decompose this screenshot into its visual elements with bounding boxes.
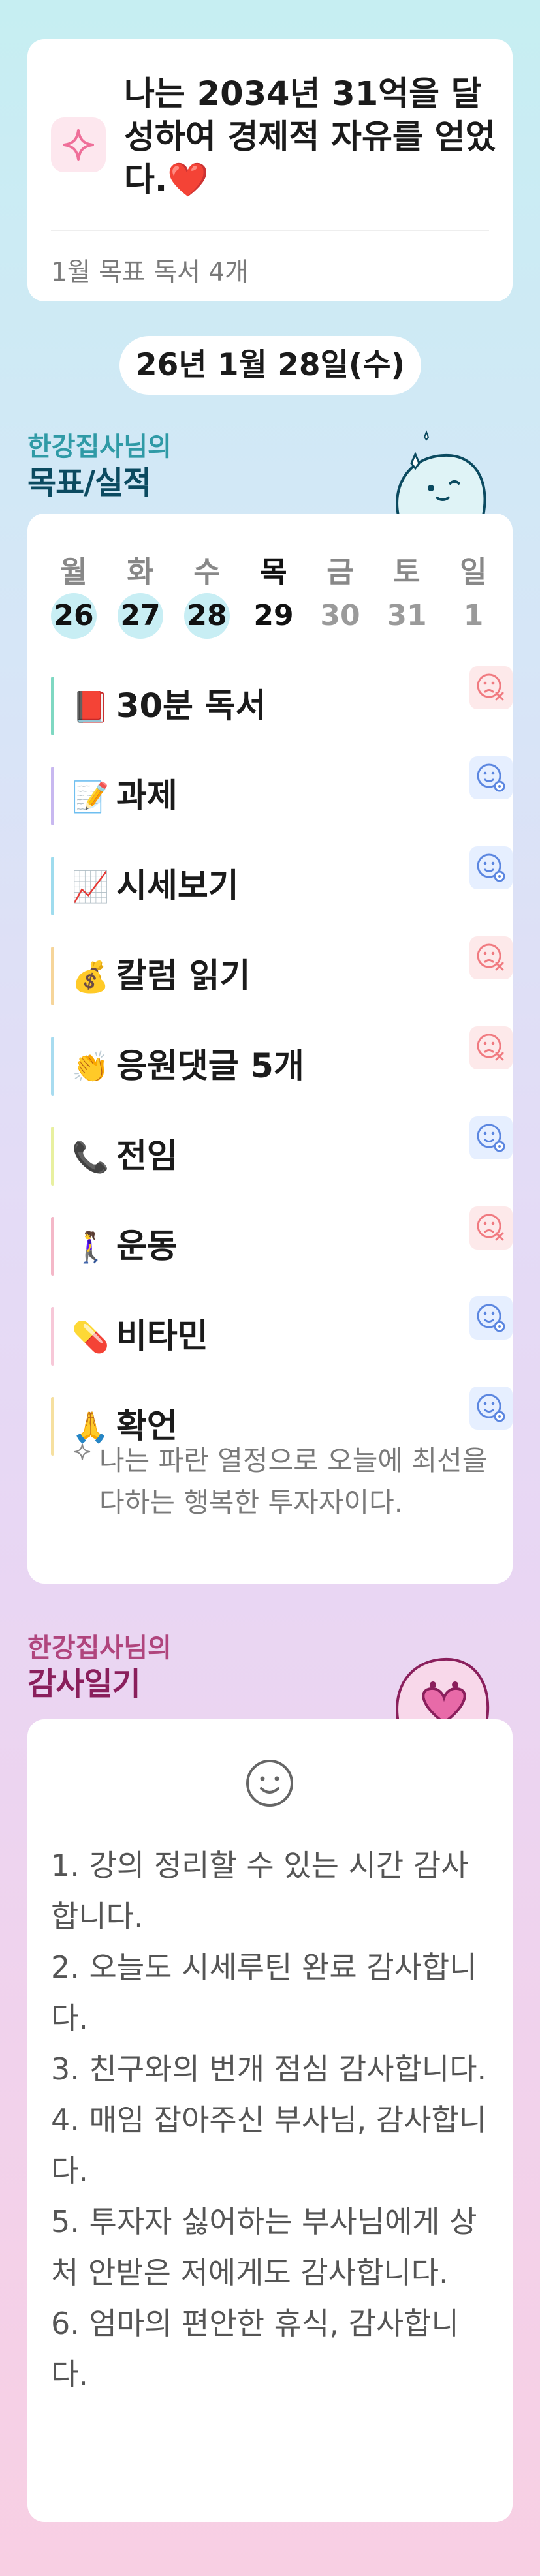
task-row[interactable]: 🚶‍♀️ 운동: [51, 1206, 513, 1276]
gratitude-card: 1. 강의 정리할 수 있는 시간 감사합니다. 2. 오늘도 시세루틴 완료 …: [27, 1719, 513, 2522]
goal-subtitle: 1월 목표 독서 4개: [51, 258, 249, 287]
task-label: 응원댓글 5개: [116, 1047, 304, 1086]
task-emoji-icon: 💊: [72, 1319, 110, 1355]
task-row[interactable]: 💰 칼럼 읽기: [51, 936, 513, 1005]
gratitude-item: 3. 친구와의 번개 점심 감사합니다.: [51, 2051, 487, 2087]
section-title: 목표/실적: [27, 465, 151, 501]
task-emoji-icon: 💰: [72, 959, 110, 994]
smile-icon[interactable]: [244, 1757, 296, 1812]
task-emoji-icon: 📈: [72, 869, 110, 904]
task-label: 과제: [116, 777, 178, 816]
day-column[interactable]: 금 30: [317, 553, 363, 639]
task-emoji-icon: 📞: [72, 1139, 110, 1174]
task-color-bar: [51, 1397, 54, 1456]
status-missed-icon[interactable]: [469, 936, 513, 979]
task-row[interactable]: 📕 30분 독서: [51, 666, 513, 735]
task-row[interactable]: 📝 과제: [51, 756, 513, 825]
task-label: 비타민: [116, 1317, 208, 1356]
status-done-icon[interactable]: [469, 1296, 513, 1340]
day-column[interactable]: 토 31: [384, 553, 430, 639]
gratitude-item: 4. 매임 잡아주신 부사님, 감사합니다.: [51, 2102, 487, 2188]
day-column[interactable]: 월 26: [51, 553, 97, 639]
task-color-bar: [51, 947, 54, 1005]
mascot-heart-icon: [382, 1625, 500, 1725]
day-column[interactable]: 화 27: [118, 553, 163, 639]
gratitude-item: 6. 엄마의 편안한 휴식, 감사합니다.: [51, 2306, 459, 2392]
gratitude-item: 5. 투자자 싫어하는 부사님에게 상처 안받은 저에게도 감사합니다.: [51, 2204, 477, 2290]
goals-card: 월 26 화 27 수 28 목 29 금 30 토 31 일 1 📕 30분 독…: [27, 514, 513, 1584]
sparkle-icon: [73, 1443, 91, 1464]
affirmation-text: 나는 파란 열정으로 오늘에 최선을 다하는 행복한 투자자이다.: [99, 1445, 488, 1518]
task-color-bar: [51, 1127, 54, 1186]
status-done-icon[interactable]: [469, 1387, 513, 1430]
task-color-bar: [51, 1307, 54, 1366]
day-column[interactable]: 목 29: [251, 553, 296, 639]
goal-text: 나는 2034년 31억을 달성하여 경제적 자유를 얻었다.❤️: [124, 75, 496, 200]
task-label: 운동: [116, 1227, 178, 1266]
task-color-bar: [51, 677, 54, 735]
task-row[interactable]: 👏 응원댓글 5개: [51, 1026, 513, 1096]
gratitude-item: 2. 오늘도 시세루틴 완료 감사합니다.: [51, 1950, 477, 2036]
status-missed-icon[interactable]: [469, 1206, 513, 1250]
day-column[interactable]: 일 1: [451, 553, 496, 639]
task-label: 칼럼 읽기: [116, 957, 251, 996]
status-done-icon[interactable]: [469, 756, 513, 799]
task-label: 시세보기: [116, 867, 239, 906]
task-emoji-icon: 🚶‍♀️: [72, 1229, 110, 1265]
status-missed-icon[interactable]: [469, 1026, 513, 1069]
goal-card[interactable]: 나는 2034년 31억을 달성하여 경제적 자유를 얻었다.❤️ 1월 목표 …: [27, 39, 513, 301]
task-row[interactable]: 💊 비타민: [51, 1296, 513, 1366]
day-column[interactable]: 수 28: [184, 553, 230, 639]
mascot-icon: [385, 424, 496, 518]
task-emoji-icon: 👏: [72, 1049, 110, 1084]
sparkle-icon: [51, 117, 106, 172]
status-done-icon[interactable]: [469, 846, 513, 889]
task-color-bar: [51, 767, 54, 825]
status-missed-icon[interactable]: [469, 666, 513, 709]
task-color-bar: [51, 857, 54, 915]
task-emoji-icon: 📕: [72, 689, 110, 724]
task-row[interactable]: 📈 시세보기: [51, 846, 513, 915]
gratitude-item: 1. 강의 정리할 수 있는 시간 감사합니다.: [51, 1848, 469, 1934]
section-title: 감사일기: [27, 1666, 141, 1702]
task-label: 전임: [116, 1137, 178, 1176]
status-done-icon[interactable]: [469, 1116, 513, 1159]
gratitude-list[interactable]: 1. 강의 정리할 수 있는 시간 감사합니다. 2. 오늘도 시세루틴 완료 …: [51, 1840, 495, 2400]
task-label: 30분 독서: [116, 687, 266, 726]
task-emoji-icon: 📝: [72, 779, 110, 814]
task-row[interactable]: 📞 전임: [51, 1116, 513, 1186]
task-color-bar: [51, 1037, 54, 1096]
task-color-bar: [51, 1217, 54, 1276]
date-selector[interactable]: 26년 1월 28일(수): [119, 336, 421, 395]
divider: [51, 230, 489, 231]
